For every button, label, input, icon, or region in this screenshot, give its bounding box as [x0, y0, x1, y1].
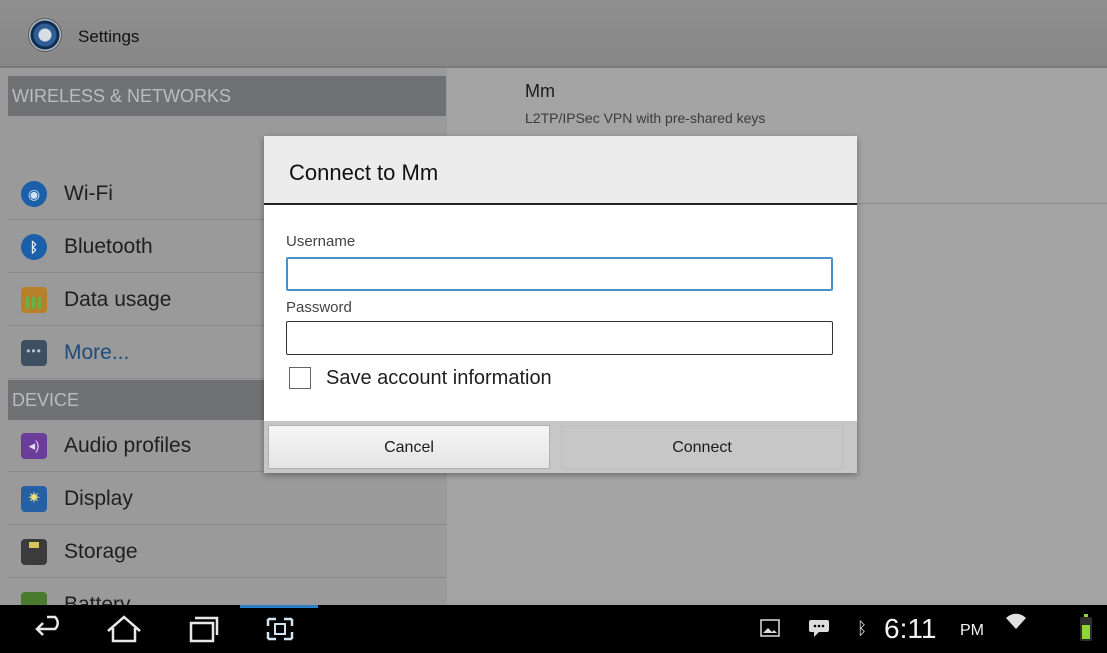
home-icon[interactable]: [102, 613, 146, 645]
recent-apps-icon[interactable]: [180, 613, 224, 645]
dialog-header: Connect to Mm: [264, 136, 857, 205]
sidebar-item-label: More...: [64, 341, 130, 364]
clock-time: 6:11: [884, 613, 937, 644]
message-icon[interactable]: [808, 618, 832, 640]
sidebar-item-label: Battery: [64, 593, 131, 605]
bluetooth-icon: ᛒ: [21, 234, 47, 260]
sidebar-item-storage[interactable]: Storage: [8, 526, 447, 578]
cancel-button[interactable]: Cancel: [268, 425, 550, 469]
wifi-signal-icon: [1005, 613, 1027, 635]
clock-ampm: PM: [960, 622, 984, 639]
username-label: Username: [286, 233, 356, 250]
display-icon: ✷: [21, 486, 47, 512]
settings-screen: Settings WIRELESS & NETWORKS ◉ Wi-Fi ᛒ B…: [0, 0, 1107, 605]
wifi-icon: ◉: [21, 181, 47, 207]
password-label: Password: [286, 299, 352, 316]
connect-button[interactable]: Connect: [561, 425, 843, 469]
vpn-type: L2TP/IPSec VPN with pre-shared keys: [525, 110, 766, 126]
sidebar-item-battery[interactable]: Battery: [8, 579, 447, 605]
app-title: Settings: [78, 27, 140, 46]
connect-dialog: Connect to Mm Username Password Save acc…: [264, 136, 857, 473]
storage-icon: [21, 539, 47, 565]
nav-highlight: [240, 605, 318, 608]
bluetooth-icon: ᛒ: [857, 619, 868, 638]
more-icon: •••: [21, 340, 47, 366]
username-field[interactable]: [286, 257, 833, 291]
battery-icon: [1080, 614, 1092, 641]
battery-icon: [21, 592, 47, 605]
save-account-label[interactable]: Save account information: [326, 367, 552, 390]
sidebar-item-label: Wi-Fi: [64, 182, 113, 205]
sidebar-item-label: Audio profiles: [64, 434, 192, 457]
dialog-title: Connect to Mm: [289, 160, 439, 185]
action-bar: Settings: [0, 0, 1107, 68]
vpn-name: Mm: [525, 81, 555, 101]
settings-icon[interactable]: [28, 18, 62, 52]
audio-profiles-icon: ◂): [21, 433, 47, 459]
password-field[interactable]: [286, 321, 833, 355]
back-icon[interactable]: [30, 613, 70, 645]
sidebar-item-label: Data usage: [64, 288, 172, 311]
gallery-icon[interactable]: [760, 618, 780, 640]
sidebar-item-label: Display: [64, 487, 133, 510]
screenshot-icon[interactable]: [258, 613, 302, 645]
dialog-button-bar: Cancel Connect: [264, 421, 857, 473]
data-usage-icon: [21, 287, 47, 313]
sidebar-item-label: Bluetooth: [64, 235, 153, 258]
section-header-wireless: WIRELESS & NETWORKS: [8, 76, 446, 116]
system-nav-bar: ᛒ 6:11 PM: [0, 605, 1107, 653]
sidebar-item-label: Storage: [64, 540, 138, 563]
save-account-checkbox[interactable]: [289, 367, 311, 389]
sidebar-item-display[interactable]: ✷ Display: [8, 473, 447, 525]
